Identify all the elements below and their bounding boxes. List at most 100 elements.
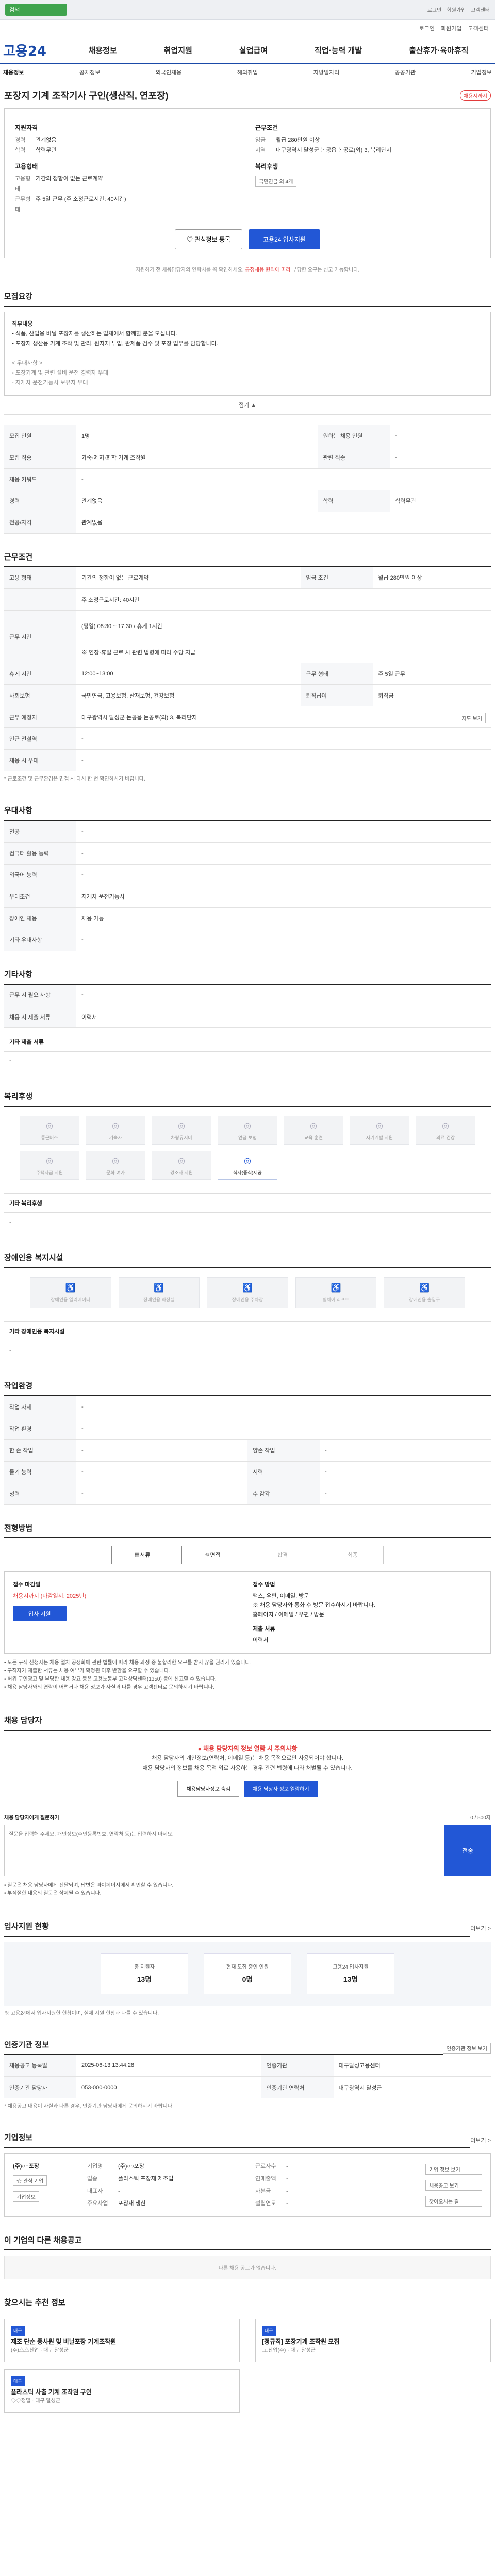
nav-leave[interactable]: 출산휴가·육아휴직 (409, 45, 468, 56)
subnav-item[interactable]: 채용정보 (3, 68, 24, 76)
method-box: 접수 마감일 채용시까지 (마감일시: 2025년) 입사 지원 접수 방법 팩… (4, 1571, 491, 1654)
welfare-icon: ◎ (178, 1121, 185, 1130)
alert-line: 채용 담당자의 개인정보(연락처, 이메일 등)는 채용 목적으로만 사용되어야… (152, 1755, 343, 1761)
agency-table: 채용공고 등록일 2025-06-13 13:44:28 인증기관 대구달성고용센터 … (4, 2055, 491, 2098)
table-key: 한 손 작업 (4, 1439, 76, 1462)
table-key: 경력 (4, 490, 76, 512)
way-line: ※ 채용 담당자와 통화 후 방문 접수하시기 바랍니다. (253, 1602, 375, 1608)
disability-sub-body: - (9, 1347, 11, 1353)
util-signup[interactable]: 회원가입 (441, 24, 461, 32)
fold-button[interactable]: 접기 ▲ (4, 396, 491, 415)
nav-support[interactable]: 취업지원 (164, 45, 192, 56)
topbar-link-signup[interactable]: 회원가입 (447, 6, 466, 13)
recommend-card[interactable]: 대구 제조 단순 종사원 및 비닐포장 기계조작원 (주)△△산업 · 대구 달… (4, 2319, 240, 2362)
stat-value: 13명 (343, 1975, 358, 1984)
subnav-item[interactable]: 해외취업 (237, 68, 258, 76)
hide-manager-button[interactable]: 채용담당자정보 숨김 (177, 1780, 240, 1797)
disability-item: ♿ 장애인용 엘리베이터 (30, 1277, 111, 1308)
site-header: 고용24 채용정보 취업지원 실업급여 직업·능력 개발 출산휴가·육아휴직 (0, 37, 495, 64)
agency-note: * 채용공고 내용이 사실과 다른 경우, 인증기관 담당자에게 문의하시기 바… (4, 2104, 174, 2109)
welfare-grid: ◎ 통근버스 ◎ 기숙사 ◎ 차량유지비 ◎ 연금·보험 ◎ 교육·훈련 ◎ 자기계발 지원 ◎ 의료·건… (4, 1107, 491, 1189)
favorite-button[interactable]: ♡ 관심정보 등록 (175, 229, 242, 249)
disability-label: 휠체어 리프트 (322, 1297, 350, 1302)
company-key: 업종 (87, 2176, 98, 2182)
duty-heading: 직무내용 (12, 321, 33, 327)
topbar-links: 로그인 회원가입 고객센터 (427, 6, 490, 13)
company-side-button[interactable]: 채용공고 보기 (425, 2180, 482, 2191)
welfare-item: ◎ 주택자금 지원 (20, 1151, 79, 1180)
disability-label: 장애인용 주차장 (232, 1297, 263, 1302)
nav-jobs[interactable]: 채용정보 (89, 45, 117, 56)
recommend-card[interactable]: 대구 [정규직] 포장기계 조작원 모집 □□산업(주) · 대구 달성군 (255, 2319, 491, 2362)
company-side-button[interactable]: 기업 정보 보기 (425, 2164, 482, 2175)
summary-key: 근무형태 (15, 196, 31, 213)
duty-line: • 식품, 산업용 비닐 포장지를 생산하는 업체에서 함께할 분을 모십니다. (12, 331, 177, 337)
company-more-link[interactable]: 더보기 > (470, 2136, 491, 2144)
card-tag: 대구 (11, 2376, 25, 2386)
table-row: 장애인 채용 채용 가능 (4, 907, 491, 929)
recommend-card[interactable]: 대구 플라스틱 사출 기계 조작원 구인 ◇◇정밀 · 대구 달성군 (4, 2369, 240, 2413)
util-help[interactable]: 고객센터 (468, 24, 489, 32)
topbar-search[interactable]: 검색 (5, 3, 67, 16)
table-key: 장애인 채용 (4, 907, 76, 929)
subnav-item[interactable]: 공채정보 (79, 68, 100, 76)
stats-box: 총 지원자 13명 현재 모집 중인 인원 0명 고용24 입사지원 13명 (4, 1941, 491, 2006)
apply-button[interactable]: 고용24 입사지원 (248, 229, 320, 249)
table-key: 작업 자세 (4, 1396, 76, 1418)
nav-unemployment[interactable]: 실업급여 (239, 45, 268, 56)
welfare-label: 문화·여가 (106, 1170, 125, 1175)
welfare-icon: ◎ (112, 1156, 119, 1165)
step-interview: ☺ 면접 (182, 1545, 243, 1564)
company-side-button[interactable]: 찾아오시는 길 (425, 2196, 482, 2207)
table-row: 한 손 작업 - 양손 작업 - (4, 1439, 491, 1462)
agency-more-button[interactable]: 인증기관 정보 보기 (442, 2042, 491, 2054)
inquiry-textarea[interactable] (4, 1824, 439, 1876)
subnav-item[interactable]: 지방일자리 (314, 68, 340, 76)
other-sub-heading: 기타 제출 서류 (4, 1032, 491, 1052)
other-section: 기타사항 근무 시 필요 사항 - 채용 시 제출 서류 이력서 기타 제출 서류 … (4, 969, 491, 1074)
inquiry-send-button[interactable]: 전송 (444, 1824, 491, 1876)
table-key: 외국어 능력 (4, 864, 76, 886)
table-row: 전공 - (4, 821, 491, 843)
company-info-button[interactable]: 기업정보 (13, 2191, 39, 2202)
summary-value: 대구광역시 달성군 논공읍 논공로(외) 3, 북리단지 (276, 147, 392, 154)
step-final: 최종 (322, 1545, 384, 1564)
receipt-value: 채용시까지 (마감일시: 2025년) (13, 1592, 87, 1599)
summary-key: 지역 (255, 147, 266, 154)
summary-note-prefix: 지원하기 전 채용담당자의 연락처를 꼭 확인하세요. (135, 267, 244, 273)
table-row: 휴게 시간 12:00~13:00 근무 형태 주 5일 근무 (4, 663, 491, 685)
table-row: 작업 자세 - (4, 1396, 491, 1418)
subnav-item[interactable]: 외국인채용 (156, 68, 182, 76)
util-login[interactable]: 로그인 (419, 24, 435, 32)
show-manager-button[interactable]: 채용 담당자 정보 열람하기 (244, 1780, 318, 1797)
welfare-icon: ◎ (46, 1121, 53, 1130)
topbar-link-help[interactable]: 고객센터 (471, 6, 490, 13)
welfare-item: ◎ 식사(중식)제공 (218, 1151, 277, 1180)
company-value: - (118, 2188, 120, 2194)
company-name: (주)○○포장 (13, 2163, 39, 2170)
stats-more-link[interactable]: 더보기 > (470, 1924, 491, 1933)
stat-label: 고용24 입사지원 (333, 1964, 369, 1970)
table-key (4, 588, 76, 611)
company-fav-button[interactable]: ☆ 관심 기업 (13, 2175, 47, 2186)
welfare-icon: ◎ (178, 1156, 185, 1165)
subnav-item[interactable]: 기업정보 (471, 68, 492, 76)
env-section: 작업환경 작업 자세 - 작업 환경 - 한 손 작업 - 양손 작업 - 들기 능력 - 시… (4, 1380, 491, 1505)
table-key: 근무 예정지 (4, 706, 76, 728)
stat-label: 현재 모집 중인 인원 (226, 1964, 269, 1970)
step-label: 최종 (347, 1552, 358, 1558)
map-button[interactable]: 지도 보기 (458, 713, 486, 723)
nav-training[interactable]: 직업·능력 개발 (315, 45, 362, 56)
table-value: - (76, 749, 491, 771)
topbar-link-login[interactable]: 로그인 (427, 6, 442, 13)
disability-item: ♿ 장애인용 출입구 (384, 1277, 465, 1308)
table-key: 모집 인원 (4, 425, 76, 447)
apply-small-button[interactable]: 입사 지원 (13, 1605, 67, 1621)
welfare-chip[interactable]: 국민연금 외 4개 (255, 176, 297, 187)
subnav-item[interactable]: 공공기관 (395, 68, 416, 76)
table-row: 작업 환경 - (4, 1418, 491, 1440)
site-logo[interactable]: 고용24 (3, 41, 65, 60)
card-title: 플라스틱 사출 기계 조작원 구인 (11, 2388, 92, 2396)
welfare-label: 기숙사 (109, 1134, 122, 1140)
welfare-item: ◎ 의료·건강 (416, 1116, 475, 1145)
